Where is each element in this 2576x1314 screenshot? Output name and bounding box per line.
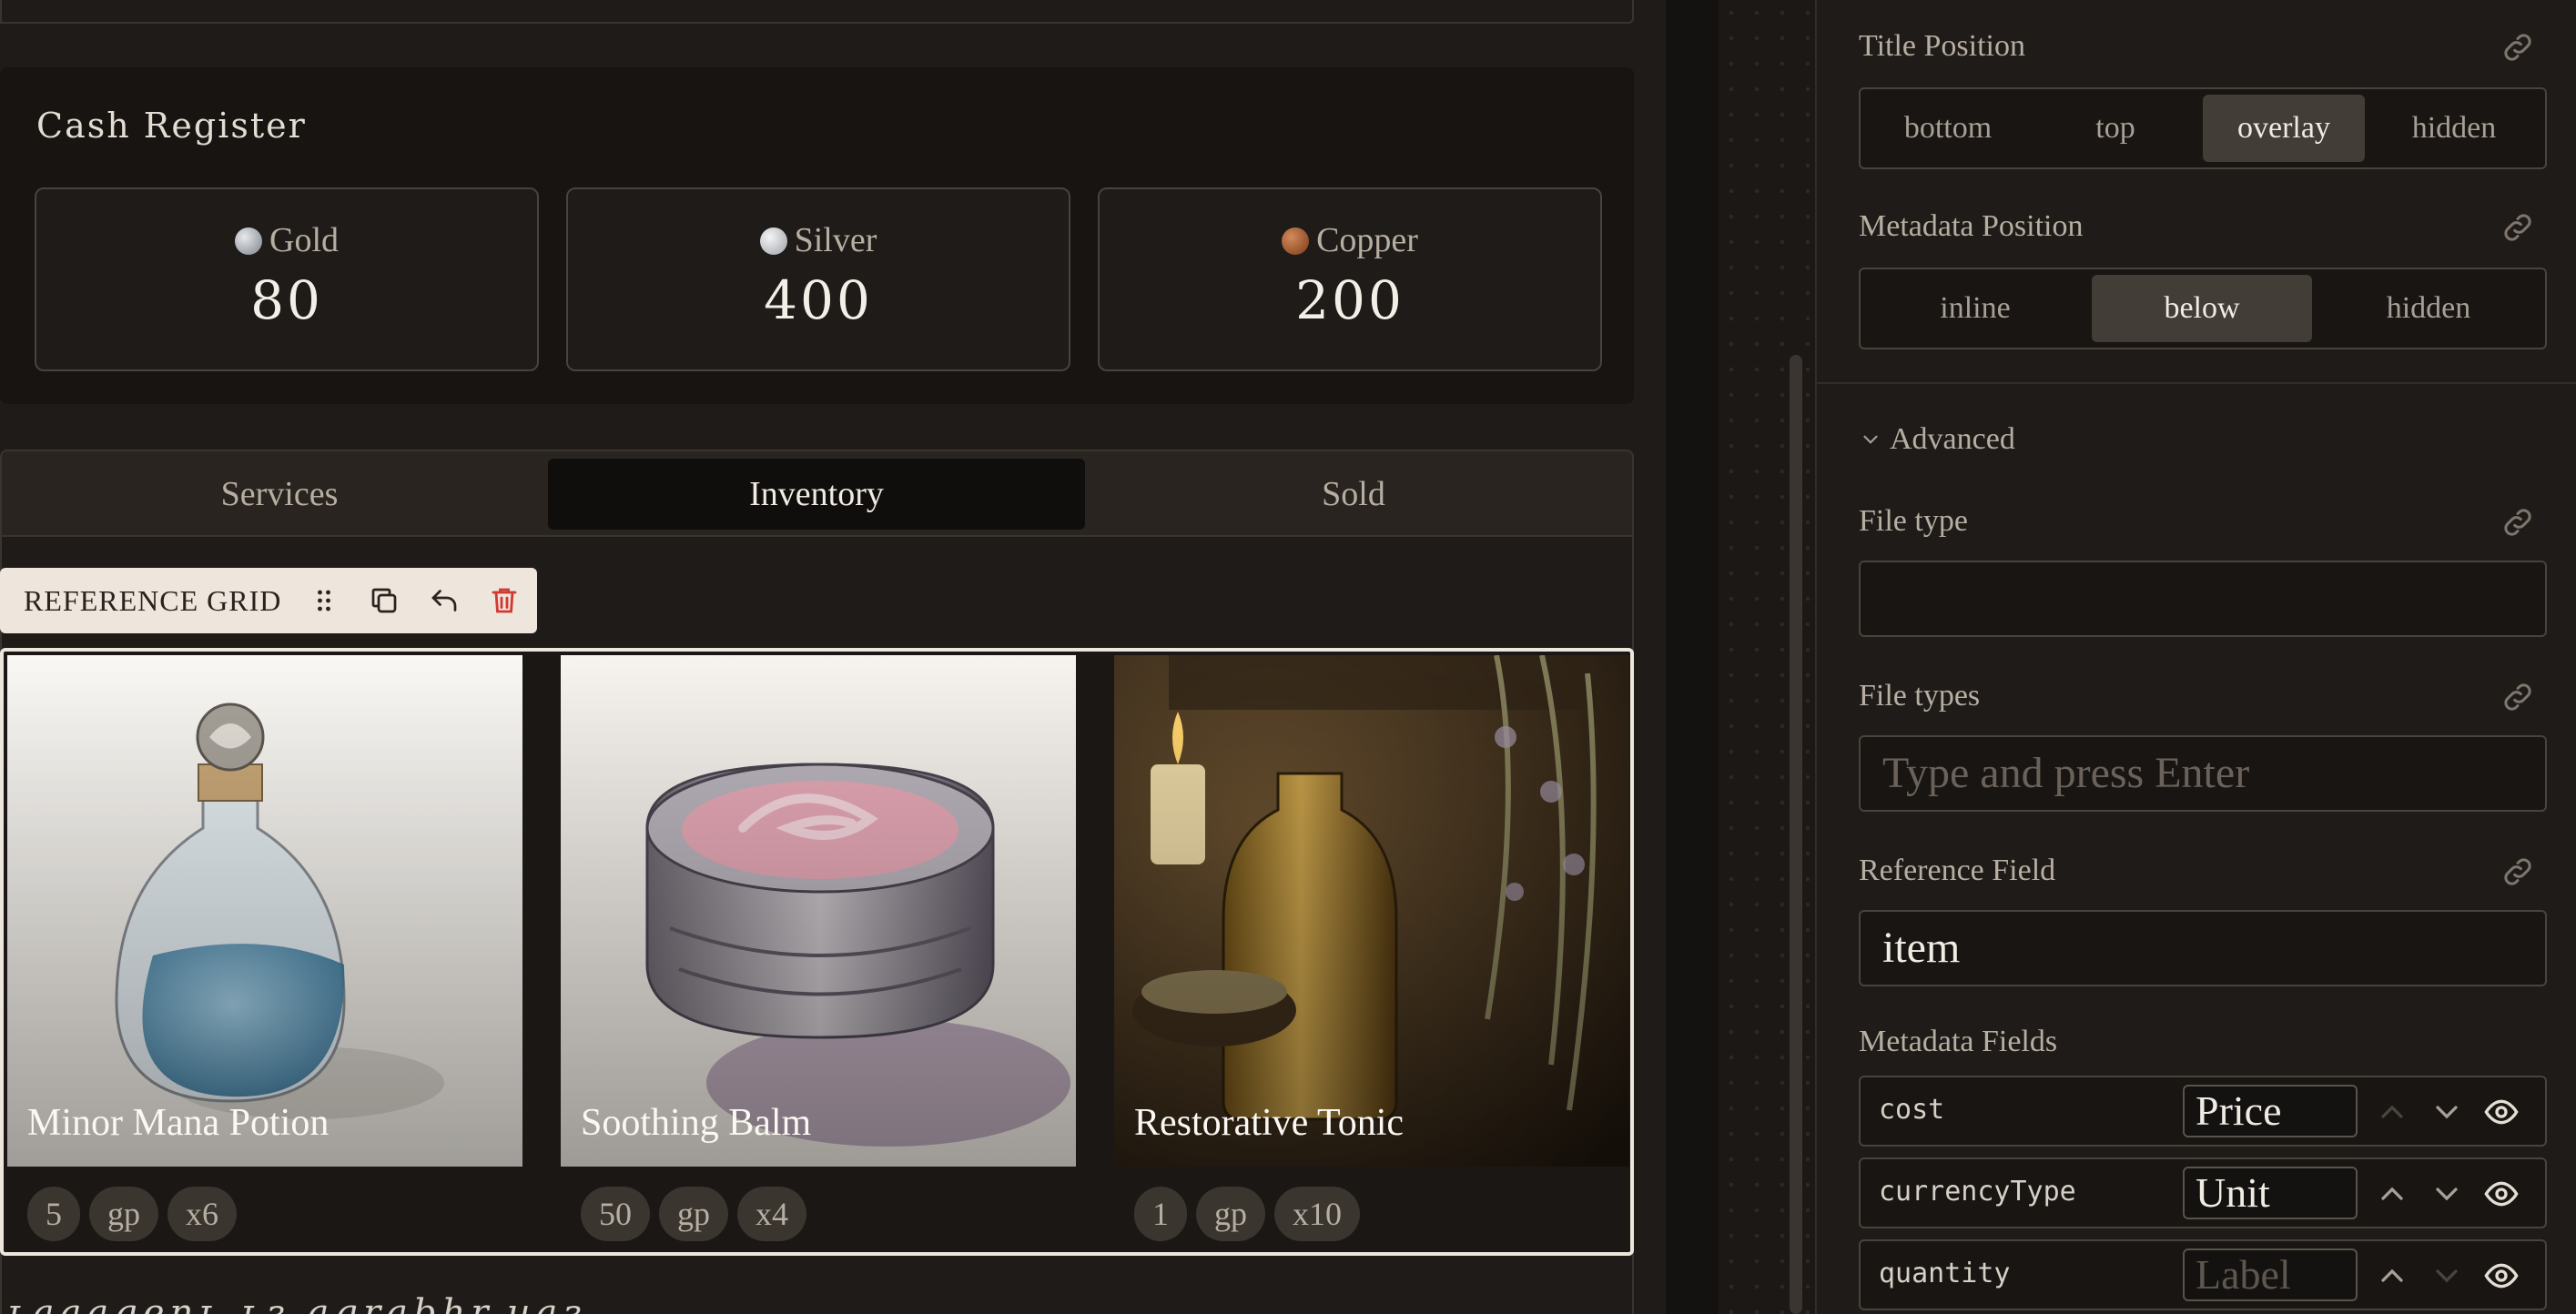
file-types-label: File types xyxy=(1859,679,1981,713)
meta-chip: 1 xyxy=(1134,1187,1187,1241)
card-image xyxy=(561,655,1076,1167)
silver-coin-icon xyxy=(759,227,787,255)
chevron-down-icon[interactable] xyxy=(2429,1176,2465,1212)
metadata-field-label-input[interactable]: Label xyxy=(2183,1248,2358,1301)
file-type-input[interactable] xyxy=(1859,561,2547,637)
metadata-field-label-input[interactable]: Price xyxy=(2183,1085,2358,1137)
coin-copper-label: Copper xyxy=(1316,221,1418,259)
meta-chip: x4 xyxy=(737,1187,806,1241)
title-position-segmented: bottom top overlay hidden xyxy=(1859,87,2547,169)
reference-card-minor-mana-potion[interactable]: Minor Mana Potion 5 gp x6 xyxy=(7,655,522,1252)
section-divider xyxy=(1817,382,2576,384)
copper-coin-icon xyxy=(1282,227,1310,255)
meta-chip: 5 xyxy=(27,1187,80,1241)
eye-icon[interactable] xyxy=(2483,1094,2520,1130)
scrollbar[interactable] xyxy=(1790,355,1802,1314)
metadata-field-row-quantity: quantity Label xyxy=(1859,1239,2547,1310)
coin-silver-label: Silver xyxy=(794,221,877,259)
tab-inventory[interactable]: Inventory xyxy=(548,459,1085,530)
reference-field-input[interactable]: item xyxy=(1859,910,2547,986)
card-image xyxy=(1114,655,1629,1167)
title-position-bottom[interactable]: bottom xyxy=(1866,95,2030,162)
coin-copper-value: 200 xyxy=(1295,269,1405,331)
metadata-position-below[interactable]: below xyxy=(2092,275,2312,342)
tab-sold[interactable]: Sold xyxy=(1085,459,1622,530)
title-position-hidden[interactable]: hidden xyxy=(2370,95,2538,162)
metadata-position-inline[interactable]: inline xyxy=(1866,275,2084,342)
cash-register-title: Cash Register xyxy=(36,106,307,146)
coin-silver-value: 400 xyxy=(764,269,873,331)
reference-card-restorative-tonic[interactable]: Restorative Tonic 1 gp x10 xyxy=(1114,655,1629,1252)
tab-services[interactable]: Services xyxy=(11,459,548,530)
metadata-field-label-input[interactable]: Unit xyxy=(2183,1167,2358,1219)
meta-chip: gp xyxy=(89,1187,158,1241)
tab-bar: Services Inventory Sold xyxy=(0,450,1634,537)
reference-grid-toolbar: REFERENCE GRID xyxy=(0,568,537,633)
meta-chip: x10 xyxy=(1274,1187,1360,1241)
card-metadata: 5 gp x6 xyxy=(27,1187,246,1241)
reference-card-soothing-balm[interactable]: Soothing Balm 50 gp x4 xyxy=(561,655,1076,1252)
coin-copper-card: Copper 200 xyxy=(1098,187,1602,371)
chevron-up-icon[interactable] xyxy=(2374,1094,2410,1130)
meta-chip: gp xyxy=(1196,1187,1265,1241)
metadata-field-row-cost: cost Price xyxy=(1859,1076,2547,1147)
metadata-position-hidden[interactable]: hidden xyxy=(2317,275,2540,342)
coin-gold-card: Gold 80 xyxy=(35,187,539,371)
eye-icon[interactable] xyxy=(2483,1176,2520,1212)
link-icon[interactable] xyxy=(2500,209,2536,246)
metadata-field-row-currencytype: currencyType Unit xyxy=(1859,1157,2547,1228)
panel-gutter xyxy=(1666,0,1719,1314)
editor-canvas: Cash Register Gold 80 Silver 400 Copper … xyxy=(0,0,1666,1314)
metadata-position-label: Metadata Position xyxy=(1859,209,2084,243)
file-type-label: File type xyxy=(1859,504,1968,538)
advanced-toggle[interactable]: Advanced xyxy=(1859,422,2015,457)
link-icon[interactable] xyxy=(2500,29,2536,66)
title-position-label: Title Position xyxy=(1859,29,2025,63)
link-icon[interactable] xyxy=(2500,854,2536,890)
coin-silver-card: Silver 400 xyxy=(566,187,1070,371)
metadata-field-name: currencyType xyxy=(1879,1176,2076,1208)
card-image xyxy=(7,655,522,1167)
gold-coin-icon xyxy=(235,227,262,255)
properties-panel: Title Position bottom top overlay hidden… xyxy=(1815,0,2576,1314)
chevron-up-icon[interactable] xyxy=(2374,1176,2410,1212)
card-title: Restorative Tonic xyxy=(1134,1102,1405,1144)
previous-block xyxy=(0,0,1634,24)
card-metadata: 1 gp x10 xyxy=(1134,1187,1369,1241)
card-title: Minor Mana Potion xyxy=(27,1102,330,1144)
link-icon[interactable] xyxy=(2500,504,2536,541)
metadata-position-segmented: inline below hidden xyxy=(1859,268,2547,349)
meta-chip: 50 xyxy=(581,1187,650,1241)
link-icon[interactable] xyxy=(2500,679,2536,715)
coin-gold-value: 80 xyxy=(250,269,323,331)
chevron-up-icon[interactable] xyxy=(2374,1258,2410,1294)
coin-gold-label: Gold xyxy=(269,221,339,259)
meta-chip: x6 xyxy=(167,1187,237,1241)
drag-handle-icon[interactable] xyxy=(308,584,340,617)
eye-icon[interactable] xyxy=(2483,1258,2520,1294)
chevron-down-icon[interactable] xyxy=(2429,1258,2465,1294)
reference-field-label: Reference Field xyxy=(1859,854,2056,887)
cash-register-block: Cash Register Gold 80 Silver 400 Copper … xyxy=(0,67,1634,404)
title-position-top[interactable]: top xyxy=(2033,95,2197,162)
chevron-down-icon xyxy=(1863,435,1878,444)
undo-icon[interactable] xyxy=(428,584,461,617)
delete-icon[interactable] xyxy=(488,584,521,617)
file-types-input[interactable]: Type and press Enter xyxy=(1859,735,2547,812)
reference-grid: Minor Mana Potion 5 gp x6 Soothing Balm … xyxy=(0,648,1634,1256)
reference-grid-label: REFERENCE GRID xyxy=(24,584,282,617)
metadata-field-name: quantity xyxy=(1879,1258,2011,1289)
meta-chip: gp xyxy=(659,1187,728,1241)
title-position-overlay[interactable]: overlay xyxy=(2203,95,2365,162)
metadata-fields-label: Metadata Fields xyxy=(1859,1025,2058,1058)
metadata-field-name: cost xyxy=(1879,1094,1945,1126)
chevron-down-icon[interactable] xyxy=(2429,1094,2465,1130)
advanced-label: Advanced xyxy=(1890,422,2015,456)
card-title: Soothing Balm xyxy=(581,1102,812,1144)
next-block-text: ʟaaagenʟ ʟɜ agrabhr.uaɜ xyxy=(7,1292,587,1314)
duplicate-icon[interactable] xyxy=(368,584,401,617)
card-metadata: 50 gp x4 xyxy=(581,1187,816,1241)
